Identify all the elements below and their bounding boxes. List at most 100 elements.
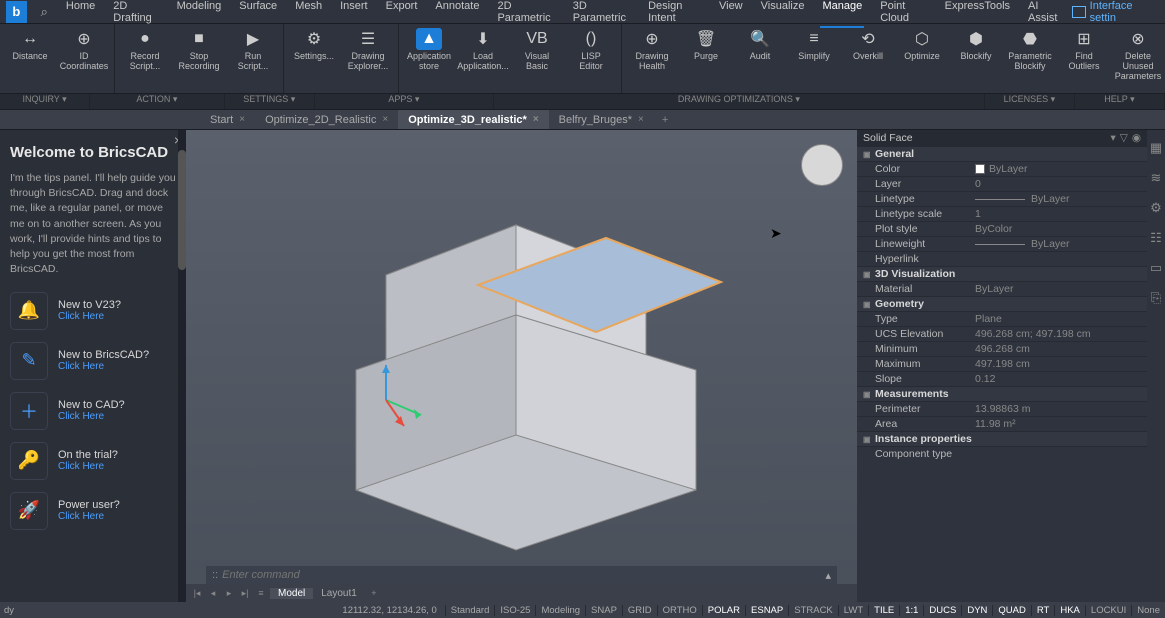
layout-prev-icon[interactable]: ◂ — [206, 588, 220, 599]
viewcube[interactable] — [801, 144, 843, 186]
prop-row[interactable]: UCS Elevation496.268 cm; 497.198 cm — [857, 326, 1147, 341]
ribbon-find[interactable]: ⊞FindOutliers — [1058, 28, 1110, 82]
props-pick-icon[interactable]: ◉ — [1132, 132, 1141, 144]
ribbon-drawing[interactable]: ☰DrawingExplorer... — [342, 28, 394, 72]
props-filter-icon[interactable]: ▽ — [1120, 132, 1128, 144]
ribbon-audit[interactable]: 🔍Audit — [734, 28, 786, 82]
status-toggle-grid[interactable]: GRID — [622, 605, 657, 616]
prop-value[interactable]: 13.98863 m — [975, 403, 1147, 415]
add-tab-icon[interactable]: + — [654, 114, 676, 126]
status-toggle-1:1[interactable]: 1:1 — [899, 605, 923, 616]
ribbon-group-inquiry[interactable]: INQUIRY ▾ — [0, 94, 90, 109]
prop-value[interactable]: ByLayer — [975, 163, 1147, 175]
command-bar[interactable]: :: ▴ — [206, 566, 837, 584]
sheet-icon[interactable]: ▭ — [1150, 260, 1162, 276]
prop-row[interactable]: Layer0 — [857, 176, 1147, 191]
ribbon-purge[interactable]: 🗑Purge — [680, 28, 732, 82]
command-input[interactable] — [222, 569, 825, 581]
status-iso[interactable]: ISO-25 — [494, 605, 535, 616]
ribbon-overkill[interactable]: ⟲Overkill — [842, 28, 894, 82]
prop-value[interactable]: ByColor — [975, 223, 1147, 235]
interface-settings-button[interactable]: Interface settin — [1064, 0, 1165, 24]
ribbon-record[interactable]: ●RecordScript... — [119, 28, 171, 72]
ribbon-visual[interactable]: VBVisualBasic — [511, 28, 563, 72]
prop-value[interactable]: 497.198 cm — [975, 358, 1147, 370]
status-toggle-polar[interactable]: POLAR — [702, 605, 745, 616]
status-toggle-rt[interactable]: RT — [1031, 605, 1055, 616]
ribbon-blockify[interactable]: ⬢Blockify — [950, 28, 1002, 82]
tip-card[interactable]: ＋New to CAD?Click Here — [10, 392, 176, 430]
layout-first-icon[interactable]: |◂ — [190, 588, 204, 599]
prop-row[interactable]: LineweightByLayer — [857, 236, 1147, 251]
prop-value[interactable]: 1 — [975, 208, 1147, 220]
prop-value[interactable] — [975, 253, 1147, 265]
tip-link[interactable]: Click Here — [58, 461, 118, 472]
layout-add-icon[interactable]: + — [367, 588, 381, 598]
ribbon-drawing[interactable]: ⊕DrawingHealth — [626, 28, 678, 82]
status-toggle-esnap[interactable]: ESNAP — [745, 605, 788, 616]
prop-row[interactable]: Maximum497.198 cm — [857, 356, 1147, 371]
tip-link[interactable]: Click Here — [58, 511, 120, 522]
prop-row[interactable]: MaterialByLayer — [857, 281, 1147, 296]
close-tab-icon[interactable]: × — [533, 114, 539, 125]
prop-row[interactable]: Linetype scale1 — [857, 206, 1147, 221]
layout-tab-layout1[interactable]: Layout1 — [313, 588, 365, 599]
tips-scrollbar[interactable] — [178, 130, 186, 602]
status-toggle-none[interactable]: None — [1131, 605, 1165, 616]
search-icon[interactable]: ⌕ — [41, 4, 48, 20]
prop-value[interactable]: 0.12 — [975, 373, 1147, 385]
ribbon-run[interactable]: ▶RunScript... — [227, 28, 279, 72]
prop-value[interactable]: 496.268 cm; 497.198 cm — [975, 328, 1147, 340]
prop-row[interactable]: Minimum496.268 cm — [857, 341, 1147, 356]
tip-link[interactable]: Click Here — [58, 411, 125, 422]
tip-card[interactable]: 🚀Power user?Click Here — [10, 492, 176, 530]
ribbon-load[interactable]: ⬇LoadApplication... — [457, 28, 509, 72]
status-toggle-quad[interactable]: QUAD — [992, 605, 1030, 616]
status-toggle-strack[interactable]: STRACK — [788, 605, 838, 616]
command-expand-icon[interactable]: ▴ — [825, 569, 831, 582]
close-tab-icon[interactable]: × — [382, 114, 388, 125]
prop-section-geometry[interactable]: ▣Geometry — [857, 296, 1147, 311]
status-toggle-tile[interactable]: TILE — [868, 605, 899, 616]
status-toggle-snap[interactable]: SNAP — [585, 605, 622, 616]
tool-icon[interactable]: ⚙ — [1150, 200, 1162, 216]
file-tab[interactable]: Start× — [200, 110, 255, 129]
attach-icon[interactable]: ⎘ — [1151, 290, 1161, 306]
prop-row[interactable]: Plot styleByColor — [857, 221, 1147, 236]
prop-row[interactable]: Area11.98 m² — [857, 416, 1147, 431]
panel-icon[interactable]: ▦ — [1150, 140, 1162, 156]
prop-value[interactable]: Plane — [975, 313, 1147, 325]
tip-card[interactable]: 🔑On the trial?Click Here — [10, 442, 176, 480]
ribbon-delete-unused[interactable]: ⊗Delete UnusedParameters — [1112, 28, 1164, 82]
prop-row[interactable]: Component type — [857, 446, 1147, 461]
prop-value[interactable]: ByLayer — [975, 193, 1147, 205]
prop-row[interactable]: Hyperlink — [857, 251, 1147, 266]
prop-row[interactable]: TypePlane — [857, 311, 1147, 326]
file-tab[interactable]: Optimize_3D_realistic*× — [398, 110, 548, 129]
status-standard[interactable]: Standard — [445, 605, 495, 616]
prop-section-measurements[interactable]: ▣Measurements — [857, 386, 1147, 401]
prop-value[interactable]: ByLayer — [975, 283, 1147, 295]
prop-row[interactable]: Slope0.12 — [857, 371, 1147, 386]
prop-value[interactable] — [975, 448, 1147, 460]
ribbon-group-apps[interactable]: APPS ▾ — [315, 94, 494, 109]
layout-next-icon[interactable]: ▸ — [222, 588, 236, 599]
status-modeling[interactable]: Modeling — [535, 605, 585, 616]
tip-card[interactable]: 🔔New to V23?Click Here — [10, 292, 176, 330]
prop-row[interactable]: LinetypeByLayer — [857, 191, 1147, 206]
status-toggle-lockui[interactable]: LOCKUI — [1085, 605, 1131, 616]
status-toggle-ducs[interactable]: DUCS — [923, 605, 961, 616]
status-toggle-dyn[interactable]: DYN — [961, 605, 992, 616]
prop-section-general[interactable]: ▣General — [857, 146, 1147, 161]
status-toggle-hka[interactable]: HKA — [1054, 605, 1085, 616]
ribbon-simplify[interactable]: ≡Simplify — [788, 28, 840, 82]
close-tab-icon[interactable]: × — [239, 114, 245, 125]
ribbon-group-action[interactable]: ACTION ▾ — [90, 94, 225, 109]
ribbon-stop[interactable]: ■StopRecording — [173, 28, 225, 72]
prop-row[interactable]: Perimeter13.98863 m — [857, 401, 1147, 416]
ribbon-settings-[interactable]: ⚙Settings... — [288, 28, 340, 72]
prop-value[interactable]: 0 — [975, 178, 1147, 190]
3d-viewport[interactable]: :: ▴ |◂ ◂ ▸ ▸| ≡ ModelLayout1 + — [186, 130, 857, 602]
ribbon-group-settings[interactable]: SETTINGS ▾ — [225, 94, 315, 109]
status-toggle-lwt[interactable]: LWT — [838, 605, 868, 616]
